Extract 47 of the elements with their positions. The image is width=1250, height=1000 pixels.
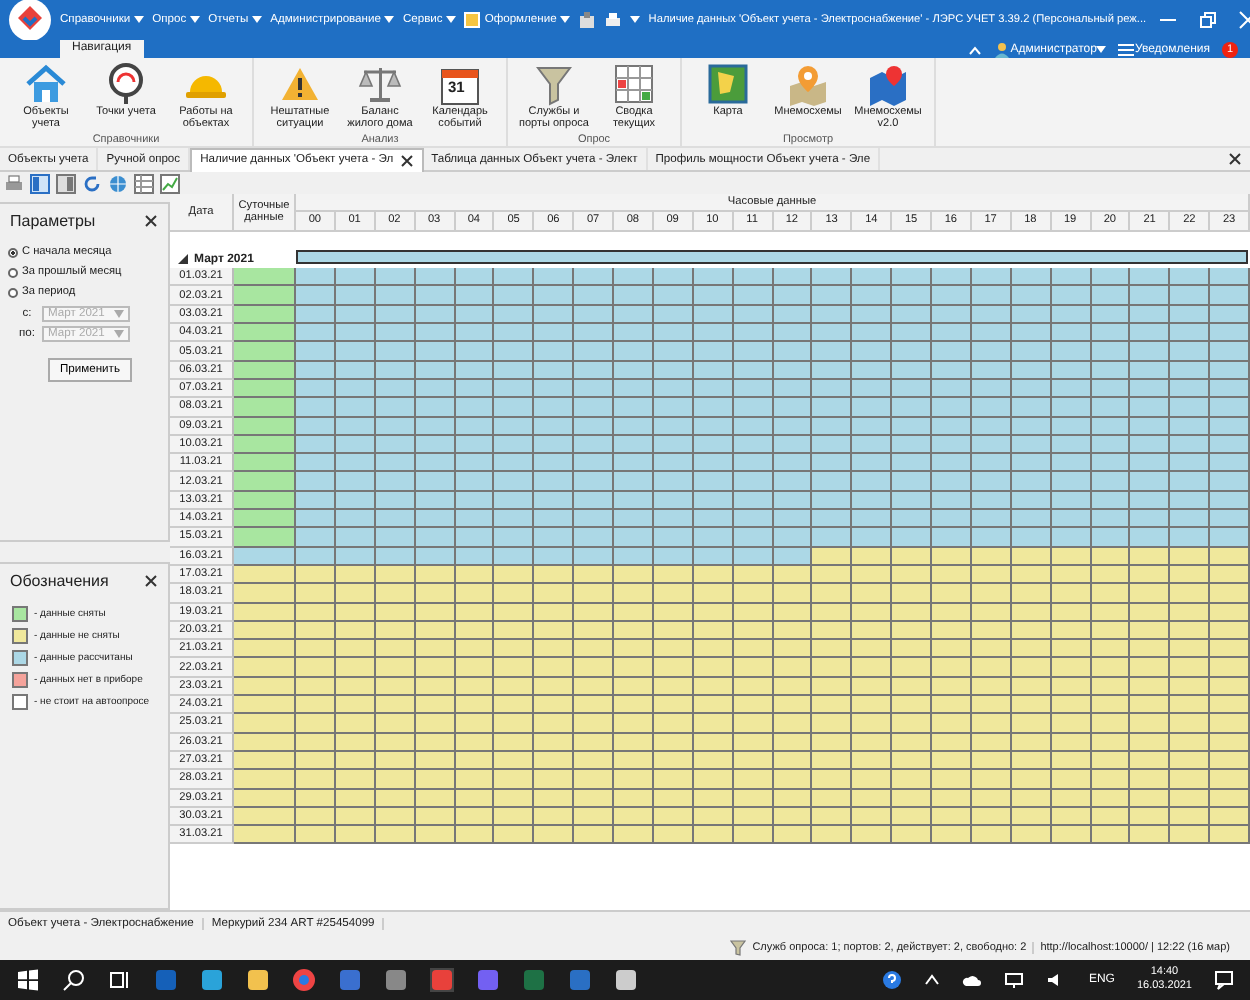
collapse-icon[interactable]: [968, 44, 983, 58]
expand-arrow-icon: [178, 254, 188, 265]
palette-icon: [464, 12, 481, 28]
scales-icon: [358, 62, 402, 106]
caret-icon: [446, 16, 457, 24]
radio-button[interactable]: [8, 247, 18, 257]
funnel-icon: [730, 940, 747, 956]
table-icon[interactable]: [134, 173, 154, 193]
panel-icon[interactable]: [30, 173, 50, 193]
radio-button[interactable]: [8, 287, 18, 297]
radio-button[interactable]: [8, 267, 18, 277]
caret-icon: [1096, 45, 1107, 53]
map-icon: [706, 62, 750, 106]
printer-icon[interactable]: [604, 11, 623, 29]
close-icon[interactable]: [1228, 152, 1242, 166]
task-view-icon[interactable]: [108, 968, 132, 992]
app-icon[interactable]: [614, 968, 638, 992]
notification-center-icon[interactable]: [1214, 970, 1234, 990]
search-icon[interactable]: [62, 968, 86, 992]
restore-icon[interactable]: [1198, 10, 1219, 30]
close-icon[interactable]: [144, 574, 158, 588]
windows-start-icon[interactable]: [16, 968, 40, 992]
caret-icon: [190, 16, 201, 24]
monitor-icon[interactable]: [1004, 972, 1025, 988]
app-icon[interactable]: [384, 968, 408, 992]
globe-icon[interactable]: [108, 173, 128, 193]
refresh-icon[interactable]: [82, 173, 102, 193]
cloud-icon[interactable]: [962, 972, 983, 988]
user-icon: [994, 41, 1011, 57]
help-icon[interactable]: [882, 970, 903, 990]
caret-icon: [384, 16, 395, 24]
printer-icon[interactable]: [4, 173, 24, 193]
panel-icon[interactable]: [56, 173, 76, 193]
dropdown-arrow-icon: [114, 310, 124, 318]
close-icon[interactable]: [144, 214, 158, 228]
funnel-icon: [532, 62, 576, 106]
caret-icon[interactable]: [630, 16, 641, 24]
caret-icon: [252, 16, 263, 24]
close-icon[interactable]: [399, 153, 414, 167]
panel-title: Обозначения: [10, 572, 109, 590]
chevron-up-icon[interactable]: [924, 972, 941, 988]
caret-icon: [560, 16, 571, 24]
map-pin-icon: [866, 62, 910, 106]
chart-icon[interactable]: [160, 173, 180, 193]
dropdown-arrow-icon: [114, 330, 124, 338]
caret-icon: [134, 16, 145, 24]
panel-title: Параметры: [10, 212, 96, 230]
